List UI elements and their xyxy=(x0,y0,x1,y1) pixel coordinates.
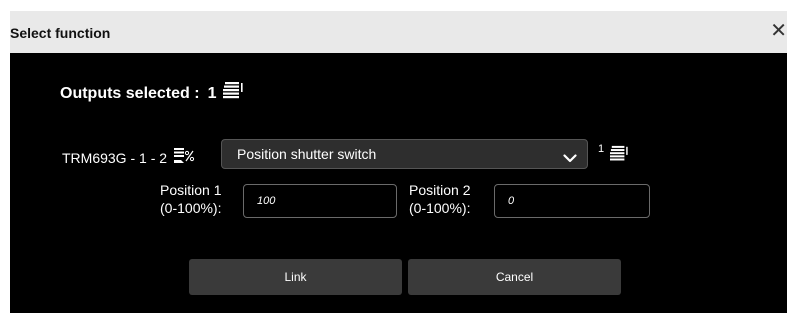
close-icon[interactable]: ✕ xyxy=(769,20,787,42)
dialog-content: Outputs selected : 1 TRM693G - 1 - 2 Pos… xyxy=(10,53,787,313)
device-name: TRM693G - 1 - 2 xyxy=(62,149,168,166)
cancel-button[interactable]: Cancel xyxy=(408,259,621,295)
device-row: TRM693G - 1 - 2 xyxy=(62,147,195,168)
function-select-value: Position shutter switch xyxy=(237,146,377,162)
position1-label: Position 1 (0-100%): xyxy=(160,181,221,217)
outputs-selected-count: 1 xyxy=(207,84,217,102)
dialog-title: Select function xyxy=(10,25,111,41)
position1-label-line1: Position 1 xyxy=(160,182,222,198)
link-button[interactable]: Link xyxy=(189,259,402,295)
outputs-selected: Outputs selected : 1 xyxy=(60,81,244,106)
position2-input[interactable] xyxy=(494,184,650,218)
position2-label: Position 2 (0-100%): xyxy=(409,181,470,217)
shutter-percent-icon xyxy=(173,147,195,168)
function-output-count: 1 xyxy=(598,143,629,166)
chevron-down-icon xyxy=(563,150,577,168)
select-function-dialog: Select function ✕ Outputs selected : 1 T… xyxy=(0,0,787,313)
shutter-stack-icon xyxy=(609,145,629,166)
position1-label-line2: (0-100%): xyxy=(160,200,222,216)
position2-label-line2: (0-100%): xyxy=(409,200,471,216)
shutter-stack-icon xyxy=(222,81,244,106)
outputs-selected-label: Outputs selected : xyxy=(60,84,200,102)
position2-label-line1: Position 2 xyxy=(409,182,471,198)
dialog-titlebar: Select function ✕ xyxy=(10,11,787,53)
function-output-count-value: 1 xyxy=(598,143,605,155)
position1-input[interactable] xyxy=(243,184,397,218)
function-select[interactable]: Position shutter switch xyxy=(221,139,588,169)
